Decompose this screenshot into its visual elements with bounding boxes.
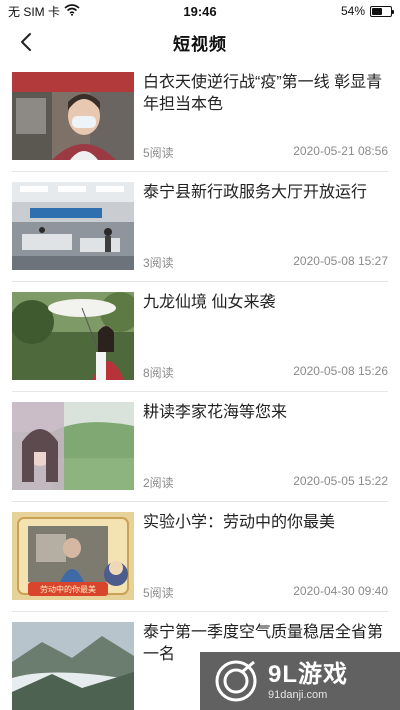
video-thumbnail[interactable]: 劳动中的你最美 [12, 512, 134, 600]
battery-icon [370, 5, 394, 17]
video-title: 白衣天使逆行战“疫”第一线 彰显青年担当本色 [143, 74, 383, 113]
video-item[interactable]: 泰宁县新行政服务大厅开放运行 3阅读 2020-05-08 15:27 [12, 172, 388, 282]
publish-date: 2020-05-21 08:56 [293, 144, 388, 158]
video-title: 耕读李家花海等您来 [143, 404, 288, 421]
watermark-logo-icon [215, 660, 257, 702]
video-meta: 3阅读 2020-05-08 15:27 [143, 254, 388, 271]
video-meta: 5阅读 2020-04-30 09:40 [143, 584, 388, 601]
read-count: 5阅读 [143, 146, 174, 160]
video-list: 白衣天使逆行战“疫”第一线 彰显青年担当本色 5阅读 2020-05-21 08… [0, 62, 400, 710]
watermark-brand: 9L游戏 [268, 661, 349, 688]
video-title: 九龙仙境 仙女来袭 [143, 294, 276, 311]
publish-date: 2020-05-05 15:22 [293, 474, 388, 488]
video-title: 实验小学：劳动中的你最美 [143, 514, 336, 531]
video-item[interactable]: 白衣天使逆行战“疫”第一线 彰显青年担当本色 5阅读 2020-05-21 08… [12, 62, 388, 172]
battery-fill [372, 7, 382, 15]
back-button[interactable] [12, 28, 40, 56]
status-bar: 无 SIM 卡 19:46 54% [0, 0, 400, 22]
watermark-text: 9L游戏 91danji.com [268, 661, 348, 701]
video-meta: 5阅读 2020-05-21 08:56 [143, 144, 388, 161]
video-thumbnail[interactable] [12, 292, 134, 380]
video-thumbnail[interactable] [12, 402, 134, 490]
video-meta: 2阅读 2020-05-05 15:22 [143, 474, 388, 491]
read-count: 8阅读 [143, 366, 174, 380]
read-count: 5阅读 [143, 586, 174, 600]
publish-date: 2020-04-30 09:40 [293, 584, 388, 598]
battery-percent: 54% [340, 4, 365, 18]
video-item[interactable]: 耕读李家花海等您来 2阅读 2020-05-05 15:22 [12, 392, 388, 502]
video-thumbnail[interactable] [12, 72, 134, 160]
wifi-icon [64, 3, 80, 19]
status-left: 无 SIM 卡 [8, 3, 80, 20]
publish-date: 2020-05-08 15:27 [293, 254, 388, 268]
video-thumbnail[interactable] [12, 182, 134, 270]
video-meta: 8阅读 2020-05-08 15:26 [143, 364, 388, 381]
carrier-label: 无 SIM 卡 [8, 4, 61, 19]
video-item[interactable]: 劳动中的你最美 实验小学：劳动中的你最美 5阅读 2020-04-30 09:4… [12, 502, 388, 612]
back-arrow-icon [21, 33, 31, 51]
video-thumbnail[interactable] [12, 622, 134, 710]
thumb-caption: 劳动中的你最美 [40, 584, 96, 594]
read-count: 3阅读 [143, 256, 174, 270]
watermark-url: 91danji.com [268, 689, 328, 701]
nav-bar: 短视频 [0, 22, 400, 62]
video-title: 泰宁县新行政服务大厅开放运行 [143, 184, 368, 201]
publish-date: 2020-05-08 15:26 [293, 364, 388, 378]
status-right: 54% [340, 4, 394, 18]
watermark-banner: 9L游戏 91danji.com [200, 652, 400, 710]
page-title: 短视频 [173, 34, 227, 54]
read-count: 2阅读 [143, 476, 174, 490]
video-item[interactable]: 九龙仙境 仙女来袭 8阅读 2020-05-08 15:26 [12, 282, 388, 392]
